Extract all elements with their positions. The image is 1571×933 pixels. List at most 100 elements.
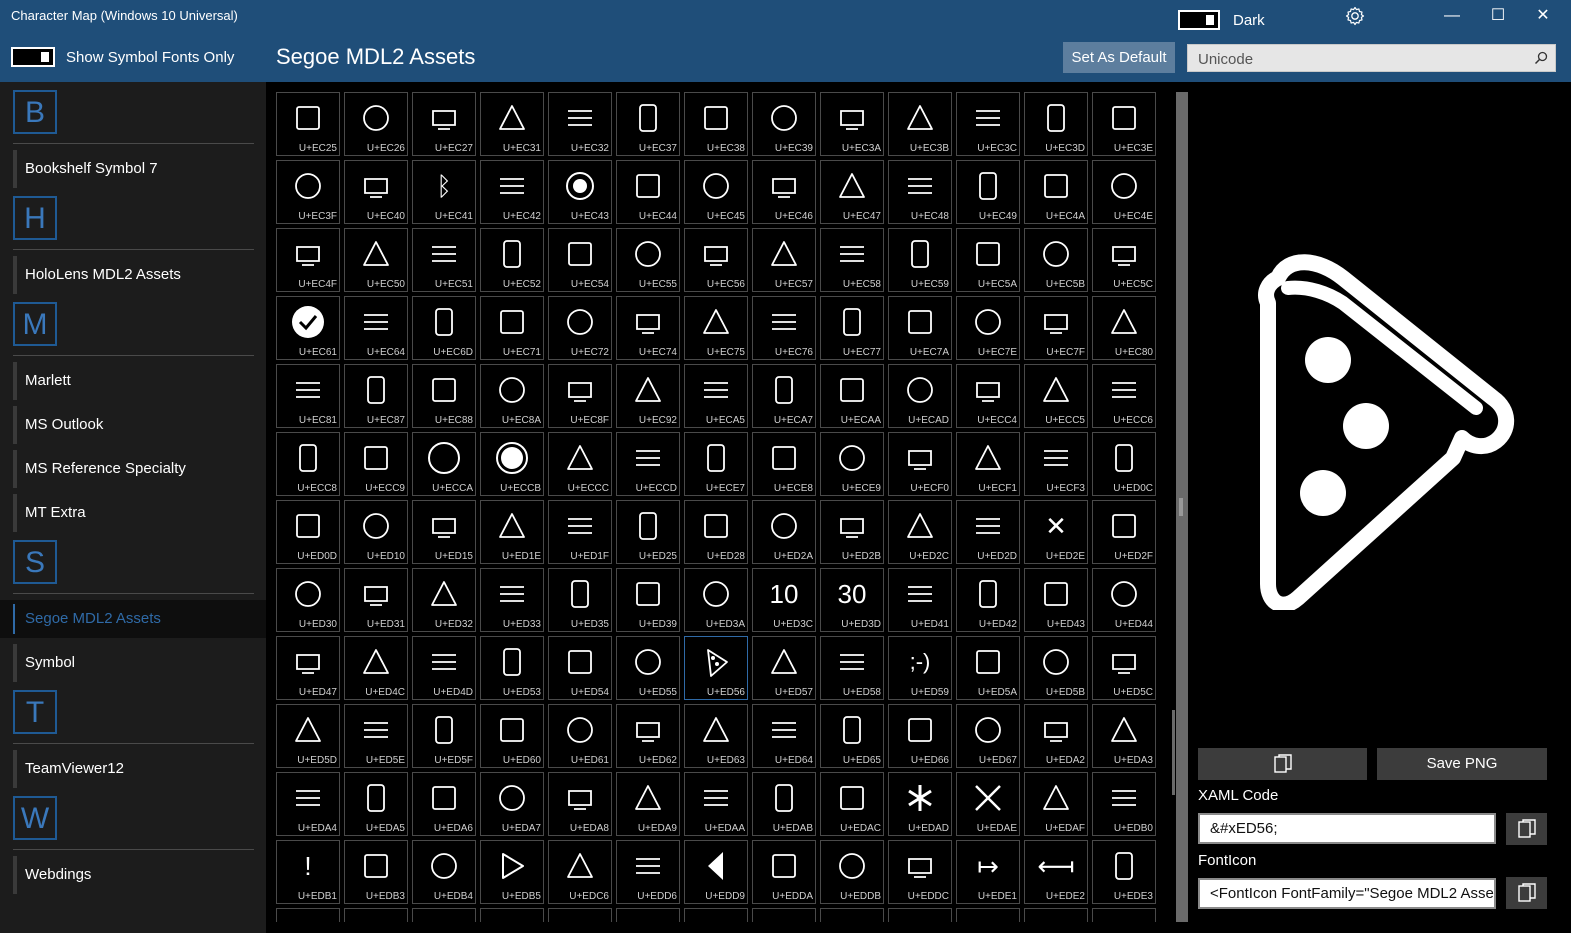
glyph-cell-ued67[interactable]: U+ED67 [956,704,1020,768]
glyph-cell-ued64[interactable]: U+ED64 [752,704,816,768]
glyph-cell-ued65[interactable]: U+ED65 [820,704,884,768]
glyph-cell-uecc4[interactable]: U+ECC4 [956,364,1020,428]
glyph-cell-ueda5[interactable]: U+EDA5 [344,772,408,836]
glyph-cell-uec5b[interactable]: U+EC5B [1024,228,1088,292]
font-item-marlett[interactable]: Marlett [13,362,253,400]
glyph-cell-ued1e[interactable]: U+ED1E [480,500,544,564]
glyph-cell-uec49[interactable]: U+EC49 [956,160,1020,224]
glyph-cell-ued57[interactable]: U+ED57 [752,636,816,700]
glyph-cell-ueddb[interactable]: U+EDDB [820,840,884,904]
glyph-cell-uedb1[interactable]: ! U+EDB1 [276,840,340,904]
glyph-cell-ued3c[interactable]: 10 U+ED3C [752,568,816,632]
glyph-cell-uece7[interactable]: U+ECE7 [684,432,748,496]
glyph-cell-ued39[interactable]: U+ED39 [616,568,680,632]
glyph-cell[interactable] [276,908,340,922]
glyph-cell-uec56[interactable]: U+EC56 [684,228,748,292]
glyph-cell-uec5a[interactable]: U+EC5A [956,228,1020,292]
gear-icon[interactable] [1345,6,1365,26]
glyph-cell-uec6d[interactable]: U+EC6D [412,296,476,360]
glyph-cell-uec42[interactable]: U+EC42 [480,160,544,224]
glyph-cell-uec48[interactable]: U+EC48 [888,160,952,224]
glyph-cell-uedaf[interactable]: U+EDAF [1024,772,1088,836]
glyph-cell-ued2b[interactable]: U+ED2B [820,500,884,564]
glyph-cell-ued55[interactable]: U+ED55 [616,636,680,700]
glyph-cell-uec71[interactable]: U+EC71 [480,296,544,360]
copy-xaml-button[interactable] [1506,813,1547,845]
glyph-cell-ued53[interactable]: U+ED53 [480,636,544,700]
glyph-cell-uec3c[interactable]: U+EC3C [956,92,1020,156]
glyph-cell-ued0c[interactable]: U+ED0C [1092,432,1156,496]
glyph-cell[interactable] [820,908,884,922]
glyph-cell-uec50[interactable]: U+EC50 [344,228,408,292]
panel-splitter[interactable] [1179,498,1183,516]
unicode-search-input[interactable] [1188,45,1530,73]
glyph-cell-uec88[interactable]: U+EC88 [412,364,476,428]
glyph-cell-ueda2[interactable]: U+EDA2 [1024,704,1088,768]
glyph-cell-uecad[interactable]: U+ECAD [888,364,952,428]
glyph-cell-ued66[interactable]: U+ED66 [888,704,952,768]
glyph-cell-ued33[interactable]: U+ED33 [480,568,544,632]
glyph-cell-ueccc[interactable]: U+ECCC [548,432,612,496]
glyph-cell-uec3d[interactable]: U+EC3D [1024,92,1088,156]
glyph-cell-uec31[interactable]: U+EC31 [480,92,544,156]
copy-image-button[interactable] [1198,748,1367,780]
font-item-ms-reference-specialty[interactable]: MS Reference Specialty [13,450,253,488]
glyph-cell-ued35[interactable]: U+ED35 [548,568,612,632]
glyph-cell-uec74[interactable]: U+EC74 [616,296,680,360]
font-item-webdings[interactable]: Webdings [13,856,253,894]
glyph-cell-uec58[interactable]: U+EC58 [820,228,884,292]
font-item-mt-extra[interactable]: MT Extra [13,494,253,532]
group-header-s[interactable]: S [13,540,57,584]
glyph-cell-ued60[interactable]: U+ED60 [480,704,544,768]
glyph-cell-uedae[interactable]: U+EDAE [956,772,1020,836]
glyph-cell-uecf1[interactable]: U+ECF1 [956,432,1020,496]
glyph-cell-uec25[interactable]: U+EC25 [276,92,340,156]
font-item-segoe-mdl2-assets[interactable]: Segoe MDL2 Assets [0,600,266,638]
glyph-cell-uec57[interactable]: U+EC57 [752,228,816,292]
group-header-t[interactable]: T [13,690,57,734]
glyph-cell[interactable] [956,908,1020,922]
glyph-cell-ueda9[interactable]: U+EDA9 [616,772,680,836]
glyph-cell-ued47[interactable]: U+ED47 [276,636,340,700]
glyph-cell-uedc6[interactable]: U+EDC6 [548,840,612,904]
glyph-cell-ued2e[interactable]: ✕ U+ED2E [1024,500,1088,564]
group-header-h[interactable]: H [13,196,57,240]
glyph-cell-ued54[interactable]: U+ED54 [548,636,612,700]
glyph-cell-uec44[interactable]: U+EC44 [616,160,680,224]
glyph-cell-ued2c[interactable]: U+ED2C [888,500,952,564]
glyph-cell-ueda7[interactable]: U+EDA7 [480,772,544,836]
glyph-cell-ueca5[interactable]: U+ECA5 [684,364,748,428]
glyph-cell-uecc6[interactable]: U+ECC6 [1092,364,1156,428]
glyph-cell-ued62[interactable]: U+ED62 [616,704,680,768]
glyph-cell-ueda6[interactable]: U+EDA6 [412,772,476,836]
set-as-default-button[interactable]: Set As Default [1063,42,1175,73]
glyph-cell-ued5e[interactable]: U+ED5E [344,704,408,768]
glyph-cell-uecf0[interactable]: U+ECF0 [888,432,952,496]
glyph-cell-uec46[interactable]: U+EC46 [752,160,816,224]
glyph-cell-uec54[interactable]: U+EC54 [548,228,612,292]
font-item-bookshelf-symbol-7[interactable]: Bookshelf Symbol 7 [13,150,253,188]
glyph-cell-ued25[interactable]: U+ED25 [616,500,680,564]
glyph-cell[interactable] [888,908,952,922]
glyph-cell-uec8a[interactable]: U+EC8A [480,364,544,428]
glyph-cell-uede1[interactable]: ↦ U+EDE1 [956,840,1020,904]
glyph-cell[interactable] [344,908,408,922]
search-icon[interactable] [1533,50,1549,66]
font-item-symbol[interactable]: Symbol [13,644,253,682]
glyph-cell-uedad[interactable]: U+EDAD [888,772,952,836]
font-item-hololens-mdl2-assets[interactable]: HoloLens MDL2 Assets [13,256,253,294]
symbol-fonts-toggle[interactable] [11,47,55,67]
glyph-cell-ued63[interactable]: U+ED63 [684,704,748,768]
glyph-cell-ued2d[interactable]: U+ED2D [956,500,1020,564]
glyph-cell-uecc8[interactable]: U+ECC8 [276,432,340,496]
glyph-cell-uec41[interactable]: ᛒ U+EC41 [412,160,476,224]
glyph-cell-ued31[interactable]: U+ED31 [344,568,408,632]
glyph-cell-uec26[interactable]: U+EC26 [344,92,408,156]
glyph-cell[interactable] [1024,908,1088,922]
close-button[interactable]: ✕ [1529,4,1557,28]
glyph-cell[interactable] [480,908,544,922]
xaml-code-field[interactable]: &#xED56; [1198,813,1496,844]
group-header-w[interactable]: W [13,796,57,840]
glyph-cell-uec27[interactable]: U+EC27 [412,92,476,156]
glyph-cell-uec37[interactable]: U+EC37 [616,92,680,156]
